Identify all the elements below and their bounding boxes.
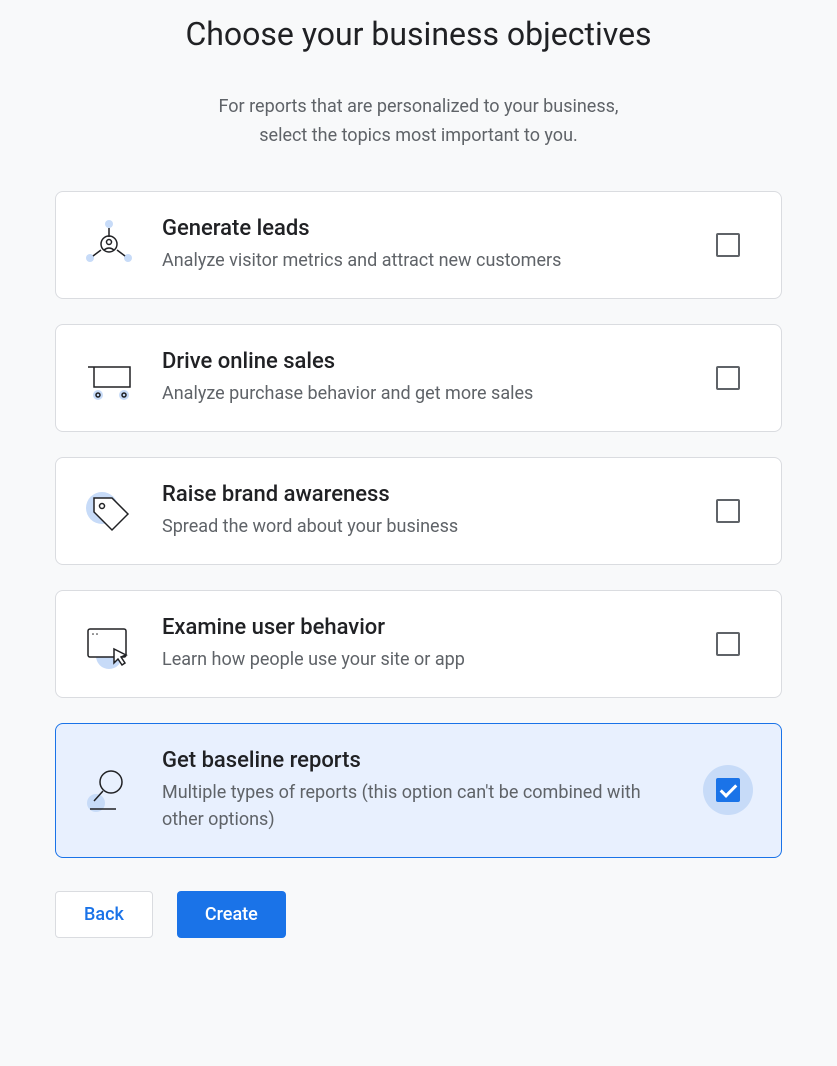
reports-icon bbox=[84, 765, 134, 815]
option-title: Raise brand awareness bbox=[162, 482, 675, 507]
tag-icon bbox=[84, 486, 134, 536]
option-get-baseline-reports[interactable]: Get baseline reports Multiple types of r… bbox=[55, 723, 782, 858]
checkbox-raise-brand-awareness[interactable] bbox=[716, 499, 740, 523]
option-description: Analyze visitor metrics and attract new … bbox=[162, 247, 675, 274]
option-description: Spread the word about your business bbox=[162, 513, 675, 540]
option-description: Multiple types of reports (this option c… bbox=[162, 779, 675, 833]
option-generate-leads[interactable]: Generate leads Analyze visitor metrics a… bbox=[55, 191, 782, 299]
option-examine-user-behavior[interactable]: Examine user behavior Learn how people u… bbox=[55, 590, 782, 698]
footer: Back Create bbox=[55, 858, 782, 971]
option-raise-brand-awareness[interactable]: Raise brand awareness Spread the word ab… bbox=[55, 457, 782, 565]
cart-icon bbox=[84, 353, 134, 403]
option-title: Generate leads bbox=[162, 216, 675, 241]
create-button[interactable]: Create bbox=[177, 891, 286, 938]
option-drive-online-sales[interactable]: Drive online sales Analyze purchase beha… bbox=[55, 324, 782, 432]
back-button[interactable]: Back bbox=[55, 891, 153, 938]
option-title: Get baseline reports bbox=[162, 748, 675, 773]
header: Choose your business objectives For repo… bbox=[55, 0, 782, 191]
option-title: Drive online sales bbox=[162, 349, 675, 374]
options-list: Generate leads Analyze visitor metrics a… bbox=[55, 191, 782, 858]
checkbox-generate-leads[interactable] bbox=[716, 233, 740, 257]
leads-icon bbox=[84, 220, 134, 270]
page-subtitle: For reports that are personalized to you… bbox=[139, 93, 699, 151]
checkbox-get-baseline-reports[interactable] bbox=[716, 778, 740, 802]
checkbox-drive-online-sales[interactable] bbox=[716, 366, 740, 390]
checkbox-examine-user-behavior[interactable] bbox=[716, 632, 740, 656]
option-title: Examine user behavior bbox=[162, 615, 675, 640]
option-description: Analyze purchase behavior and get more s… bbox=[162, 380, 675, 407]
behavior-icon bbox=[84, 619, 134, 669]
page-title: Choose your business objectives bbox=[55, 15, 782, 53]
option-description: Learn how people use your site or app bbox=[162, 646, 675, 673]
